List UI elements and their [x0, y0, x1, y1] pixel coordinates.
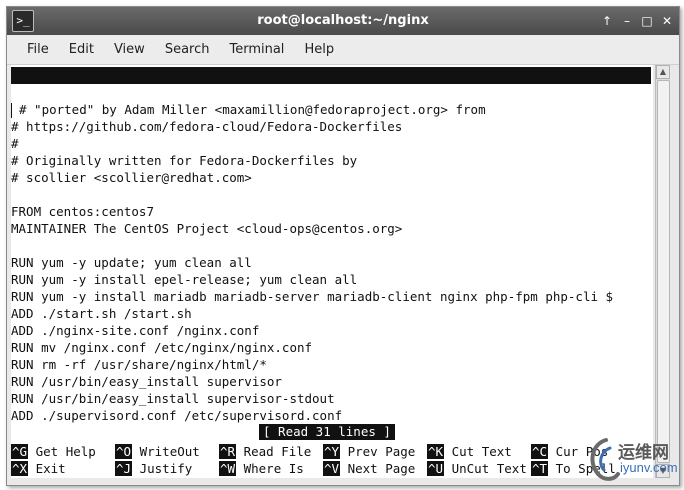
shortcut-uncut-text[interactable]: ^U UnCut Text: [427, 460, 527, 477]
editor-line: # https://github.com/fedora-cloud/Fedora…: [11, 119, 403, 134]
shortcut-label: UnCut Text: [451, 461, 527, 476]
shortcut-key: ^K: [427, 444, 445, 459]
terminal-window: >_ root@localhost:~/nginx ↑ – □ ✕ File E…: [6, 6, 680, 486]
shortcut-key: ^Y: [323, 444, 341, 459]
editor-line: RUN rm -rf /usr/share/nginx/html/*: [11, 357, 267, 372]
shortcut-key: ^C: [531, 444, 549, 459]
site-watermark: 运维网 iyunv.com: [584, 434, 680, 488]
shortcut-label: Prev Page: [347, 444, 416, 459]
shortcut-row: ^X Exit ^J Justify ^W Where Is ^V Next P…: [11, 460, 653, 477]
status-message: [ Read 31 lines ]: [259, 424, 395, 440]
shortcut-where-is[interactable]: ^W Where Is: [219, 460, 304, 477]
menu-edit[interactable]: Edit: [59, 35, 104, 65]
shortcut-label: Next Page: [347, 461, 416, 476]
shortcut-cut-text[interactable]: ^K Cut Text: [427, 443, 512, 460]
shortcut-key: ^U: [427, 461, 445, 476]
shortcut-label: Cut Text: [451, 444, 512, 459]
close-button[interactable]: ✕: [661, 14, 673, 28]
window-controls: ↑ – □ ✕: [601, 7, 673, 35]
scroll-up-arrow-icon[interactable]: ▲: [656, 65, 670, 79]
shortcut-prev-page[interactable]: ^Y Prev Page: [323, 443, 415, 460]
shortcut-bar: ^G Get Help ^O WriteOut ^R Read File ^Y …: [11, 443, 653, 477]
minimize-button[interactable]: –: [621, 14, 633, 28]
menu-bar: File Edit View Search Terminal Help: [7, 35, 679, 65]
maximize-button[interactable]: □: [641, 14, 653, 28]
terminal-area[interactable]: GNU nano 2.3.1 File: Dockerfile # "porte…: [11, 65, 653, 478]
shortcut-label: Where Is: [243, 461, 304, 476]
menu-file[interactable]: File: [17, 35, 59, 65]
keep-above-button[interactable]: ↑: [601, 14, 613, 28]
editor-line: ADD ./start.sh /start.sh: [11, 306, 192, 321]
title-bar[interactable]: >_ root@localhost:~/nginx ↑ – □ ✕: [7, 7, 679, 35]
editor-line: RUN /usr/bin/easy_install supervisor-std…: [11, 391, 335, 406]
shortcut-key: ^J: [115, 461, 133, 476]
menu-view[interactable]: View: [104, 35, 155, 65]
editor-line: # Originally written for Fedora-Dockerfi…: [11, 153, 358, 168]
editor-line: RUN yum -y install mariadb mariadb-serve…: [11, 289, 614, 304]
shortcut-key: ^T: [531, 461, 549, 476]
shortcut-exit[interactable]: ^X Exit: [11, 460, 66, 477]
shortcut-label: Justify: [139, 461, 193, 476]
editor-line: RUN mv /nginx.conf /etc/nginx/nginx.conf: [11, 340, 313, 355]
shortcut-key: ^R: [219, 444, 237, 459]
shortcut-key: ^G: [11, 444, 29, 459]
nano-header: GNU nano 2.3.1 File: Dockerfile: [11, 67, 651, 117]
shortcut-label: Exit: [35, 461, 66, 476]
menu-search[interactable]: Search: [155, 35, 220, 65]
editor-line: ADD ./nginx-site.conf /nginx.conf: [11, 323, 260, 338]
watermark-url: iyunv.com: [620, 460, 678, 475]
shortcut-key: ^O: [115, 444, 133, 459]
shortcut-label: Read File: [243, 444, 312, 459]
shortcut-key: ^X: [11, 461, 29, 476]
nano-version: GNU nano 2.3.1: [27, 85, 133, 100]
editor-line: #: [11, 136, 19, 151]
editor-buffer[interactable]: # "ported" by Adam Miller <maxamillion@f…: [11, 101, 653, 424]
shortcut-justify[interactable]: ^J Justify: [115, 460, 192, 477]
editor-line: # "ported" by Adam Miller <maxamillion@f…: [11, 101, 653, 118]
editor-line: FROM centos:centos7: [11, 204, 154, 219]
editor-line: RUN yum -y update; yum clean all: [11, 255, 252, 270]
shortcut-label: Get Help: [35, 444, 96, 459]
editor-line: RUN /usr/bin/easy_install supervisor: [11, 374, 282, 389]
shortcut-key: ^W: [219, 461, 237, 476]
window-title: root@localhost:~/nginx: [257, 13, 429, 28]
shortcut-key: ^V: [323, 461, 341, 476]
editor-line: ADD ./supervisord.conf /etc/supervisord.…: [11, 408, 343, 423]
vertical-scrollbar[interactable]: ▲ ▼: [655, 65, 670, 478]
menu-help[interactable]: Help: [294, 35, 344, 65]
shortcut-label: WriteOut: [139, 444, 200, 459]
shortcut-next-page[interactable]: ^V Next Page: [323, 460, 415, 477]
menu-terminal[interactable]: Terminal: [219, 35, 294, 65]
scrollbar-thumb[interactable]: [657, 80, 670, 463]
editor-line: RUN yum -y install epel-release; yum cle…: [11, 272, 358, 287]
editor-line: MAINTAINER The CentOS Project <cloud-ops…: [11, 221, 403, 236]
shortcut-writeout[interactable]: ^O WriteOut: [115, 443, 200, 460]
shortcut-row: ^G Get Help ^O WriteOut ^R Read File ^Y …: [11, 443, 653, 460]
editor-line: # scollier <scollier@redhat.com>: [11, 170, 252, 185]
shortcut-read-file[interactable]: ^R Read File: [219, 443, 311, 460]
shortcut-get-help[interactable]: ^G Get Help: [11, 443, 96, 460]
